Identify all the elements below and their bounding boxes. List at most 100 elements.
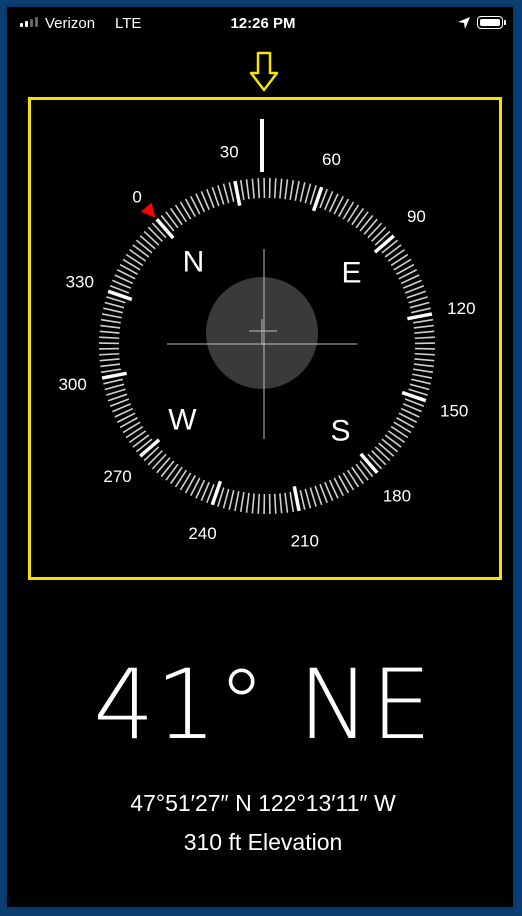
compass-tick [284, 179, 289, 200]
compass-tick [156, 457, 171, 474]
heading-readout: 41° NE [93, 649, 433, 761]
compass-tick [99, 352, 120, 356]
compass-tick [411, 307, 431, 314]
compass-tick [413, 363, 434, 368]
compass-tick [309, 487, 317, 507]
compass-tick [363, 218, 378, 235]
compass-tick [371, 450, 387, 466]
compass-tick [413, 368, 434, 374]
compass-tick [101, 371, 127, 380]
compass-tick [211, 186, 220, 207]
compass-tick [160, 460, 175, 478]
compass-tick [100, 324, 121, 329]
compass-tick [99, 336, 120, 340]
compass-tick [384, 434, 402, 448]
compass-tick [384, 244, 402, 258]
coordinates-readout: 47°51′27″ N 122°13′11″ W [130, 790, 396, 816]
compass-tick [373, 234, 395, 254]
compass-tick [299, 490, 306, 510]
compass-tick [314, 485, 323, 506]
compass-tick [100, 368, 121, 374]
compass-tick [279, 178, 283, 199]
compass-tick [257, 178, 261, 199]
compass-tick [406, 290, 427, 299]
compass-tick [228, 490, 235, 510]
compass-tick [239, 492, 245, 513]
compass-tick [222, 488, 230, 509]
compass-tick [245, 492, 250, 513]
cardinal-s: S [330, 415, 350, 448]
compass-tick [413, 324, 434, 329]
compass-tick [128, 248, 147, 262]
cardinal-e: E [342, 257, 362, 290]
compass-tick [374, 446, 391, 462]
compass-tick [228, 182, 235, 202]
compass-tick [139, 235, 156, 250]
compass-tick [359, 214, 374, 232]
compass-tick [292, 486, 301, 512]
north-marker-icon [141, 202, 156, 218]
compass-tick [273, 178, 277, 199]
compass-tick [371, 226, 387, 242]
compass-tick [414, 336, 435, 340]
compass-tick [351, 207, 365, 226]
compass-tick [239, 179, 245, 200]
compass-tick [251, 493, 255, 514]
compass-tick [99, 358, 120, 362]
compass-tick [412, 373, 433, 379]
phone-screen: Verizon LTE 12:26 PM 0 30 60 90 120 150 180 210… [4, 4, 516, 910]
compass-dial[interactable]: 0 30 60 90 120 150 180 210 240 270 300 330 N E S W [7, 7, 519, 647]
compass-tick [135, 239, 153, 254]
compass-tick [99, 330, 120, 334]
elevation-readout: 310 ft Elevation [183, 829, 343, 855]
compass-tick [304, 183, 312, 204]
compass-tick [284, 492, 289, 513]
compass-tick [147, 450, 163, 466]
compass-tick [407, 312, 433, 321]
compass-tick [103, 307, 123, 314]
compass-tick [414, 352, 435, 356]
compass-tick [222, 183, 230, 204]
compass-tick [100, 363, 121, 368]
compass-tick [217, 185, 225, 205]
compass-tick [378, 442, 395, 457]
bezel-number: 180 [383, 486, 411, 505]
bezel-number: 240 [188, 524, 216, 543]
compass-tick [101, 313, 122, 319]
compass-tick [414, 330, 435, 334]
bezel-number: 60 [322, 150, 341, 169]
compass-tick [304, 488, 312, 509]
compass-tick [387, 248, 406, 262]
compass-tick [139, 438, 161, 458]
compass-tick [104, 301, 125, 309]
bezel-number: 300 [58, 375, 86, 394]
compass-tick [132, 244, 150, 258]
compass-tick [103, 378, 123, 385]
cardinal-w: W [168, 403, 197, 436]
compass-tick [294, 180, 300, 201]
compass-tick [289, 179, 295, 200]
compass-tick [147, 226, 163, 242]
bezel-number: 270 [103, 467, 131, 486]
compass-tick [106, 388, 126, 396]
compass-tick [409, 301, 430, 309]
cardinal-n: N [183, 245, 205, 278]
compass-tick [169, 466, 183, 485]
compass-tick [165, 211, 179, 229]
compass-tick [257, 493, 261, 514]
compass-tick [245, 179, 250, 200]
compass-tick [100, 318, 121, 324]
compass-tick [355, 211, 369, 229]
compass-tick [409, 383, 430, 391]
compass-tick [251, 178, 255, 199]
compass-tick [387, 430, 406, 444]
compass-tick [414, 358, 435, 362]
compass-tick [367, 222, 383, 239]
compass-tick [143, 230, 160, 246]
compass-tick [289, 492, 295, 513]
compass-tick [132, 434, 150, 448]
bezel-number: 330 [66, 273, 94, 292]
compass-tick [413, 318, 434, 324]
compass-tick [355, 463, 369, 481]
compass-tick [155, 218, 175, 240]
